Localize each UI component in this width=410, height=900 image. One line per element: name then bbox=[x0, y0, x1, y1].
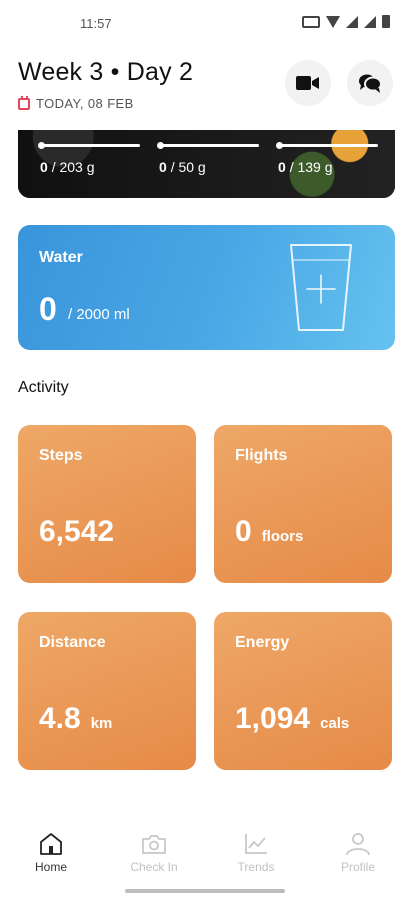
battery-icon bbox=[382, 15, 390, 28]
energy-card[interactable]: Energy 1,094 cals bbox=[214, 612, 392, 770]
card-number: 0 bbox=[235, 515, 252, 548]
date-row: TODAY, 08 FEB bbox=[18, 95, 134, 111]
water-cup-add-button[interactable] bbox=[288, 240, 354, 336]
nav-label: Check In bbox=[130, 860, 178, 874]
nav-check-in[interactable]: Check In bbox=[114, 832, 194, 874]
card-title: Flights bbox=[235, 447, 288, 464]
card-value: 6,542 bbox=[39, 515, 124, 549]
card-title: Steps bbox=[39, 447, 83, 464]
wifi-icon bbox=[326, 15, 340, 28]
nav-trends[interactable]: Trends bbox=[216, 832, 296, 874]
macro-protein: 0 / 203 g bbox=[38, 142, 140, 175]
macro-target: / 50 g bbox=[170, 159, 206, 175]
macro-current: 0 bbox=[278, 159, 286, 175]
macro-fat: 0 / 50 g bbox=[157, 142, 259, 175]
nav-label: Trends bbox=[237, 860, 275, 874]
flights-card[interactable]: Flights 0 floors bbox=[214, 425, 392, 583]
camera-icon bbox=[142, 835, 166, 854]
nav-label: Home bbox=[34, 860, 67, 874]
nav-label: Profile bbox=[340, 860, 375, 874]
video-call-button[interactable] bbox=[285, 60, 331, 106]
macro-progress-bar bbox=[276, 142, 378, 149]
card-value: 0 floors bbox=[235, 515, 303, 549]
user-icon bbox=[346, 833, 370, 856]
card-number: 4.8 bbox=[39, 702, 81, 735]
page-title: Week 3 • Day 2 bbox=[18, 58, 194, 86]
card-title: Energy bbox=[235, 634, 290, 651]
nav-profile[interactable]: Profile bbox=[318, 832, 398, 874]
card-number: 6,542 bbox=[39, 515, 115, 548]
date-label: TODAY, 08 FEB bbox=[36, 96, 134, 111]
activity-section-label: Activity bbox=[18, 379, 69, 396]
macro-text: 0 / 139 g bbox=[278, 159, 378, 175]
card-unit: floors bbox=[261, 528, 304, 545]
bottom-nav: Home Check In Trends Profile bbox=[0, 820, 410, 900]
screen-record-icon bbox=[302, 15, 320, 28]
status-icons bbox=[302, 15, 390, 28]
macro-text: 0 / 50 g bbox=[159, 159, 259, 175]
water-card[interactable]: Water 0 / 2000 ml bbox=[18, 225, 395, 350]
home-icon bbox=[40, 833, 62, 855]
macro-target: / 203 g bbox=[51, 159, 95, 175]
distance-card[interactable]: Distance 4.8 km bbox=[18, 612, 196, 770]
card-value: 4.8 km bbox=[39, 702, 112, 736]
card-number: 1,094 bbox=[235, 702, 311, 735]
card-value: 1,094 cals bbox=[235, 702, 349, 736]
calendar-icon bbox=[18, 95, 30, 110]
macro-target: / 139 g bbox=[289, 159, 333, 175]
macro-current: 0 bbox=[40, 159, 48, 175]
signal-icon bbox=[346, 15, 358, 28]
chat-bubbles-icon bbox=[359, 74, 382, 93]
macro-carbs: 0 / 139 g bbox=[276, 142, 378, 175]
status-bar: 11:57 bbox=[0, 0, 410, 44]
chat-button[interactable] bbox=[347, 60, 393, 106]
chart-icon bbox=[245, 834, 267, 854]
steps-card[interactable]: Steps 6,542 bbox=[18, 425, 196, 583]
water-goal: / 2000 ml bbox=[68, 306, 130, 323]
home-indicator bbox=[125, 889, 285, 893]
macro-progress-bar bbox=[157, 142, 259, 149]
plus-icon bbox=[306, 274, 336, 304]
macro-text: 0 / 203 g bbox=[40, 159, 140, 175]
meal-macros-card[interactable]: 0 / 203 g 0 / 50 g 0 / 139 g bbox=[18, 130, 395, 198]
card-title: Distance bbox=[39, 634, 106, 651]
nav-home[interactable]: Home bbox=[11, 832, 91, 874]
status-time: 11:57 bbox=[80, 16, 112, 31]
signal-icon-2 bbox=[364, 15, 376, 28]
macro-progress-bar bbox=[38, 142, 140, 149]
video-camera-icon bbox=[296, 76, 319, 90]
card-unit: cals bbox=[320, 715, 350, 732]
water-title: Water bbox=[39, 249, 83, 266]
macro-current: 0 bbox=[159, 159, 167, 175]
water-value: 0 bbox=[39, 291, 57, 327]
card-unit: km bbox=[90, 715, 113, 732]
